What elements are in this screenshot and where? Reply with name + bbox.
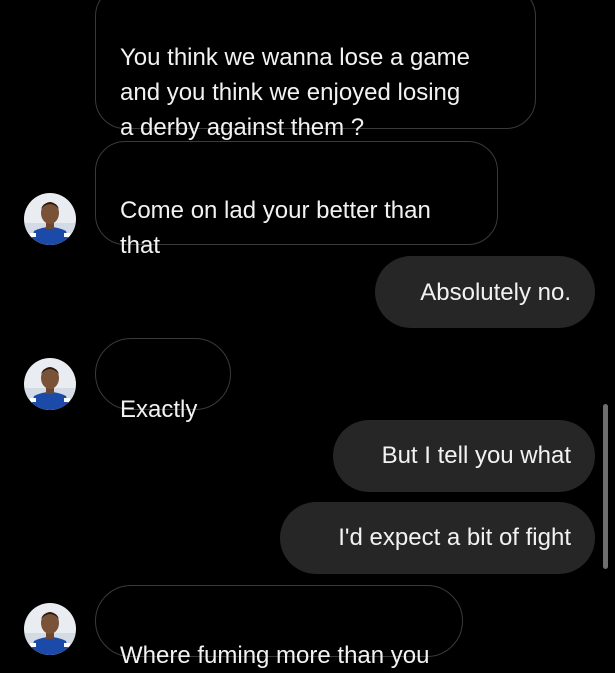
sender-avatar[interactable] — [24, 603, 76, 655]
avatar-icon — [24, 358, 76, 410]
sender-avatar[interactable] — [24, 193, 76, 245]
avatar-icon — [24, 193, 76, 245]
message-bubble-received[interactable]: You think we wanna lose a game and you t… — [95, 0, 536, 141]
scrollbar-thumb[interactable] — [603, 404, 608, 569]
message-text: Exactly — [120, 396, 198, 423]
message-thread: You think we wanna lose a game and you t… — [0, 0, 615, 669]
message-bubble-sent[interactable]: I'd expect a bit of fight — [280, 502, 595, 574]
message-text: Come on lad your better than that — [120, 197, 431, 259]
message-text: Absolutely no. — [420, 279, 571, 306]
avatar-icon — [24, 603, 76, 655]
message-bubble-sent[interactable]: Absolutely no. — [375, 256, 595, 328]
sender-avatar[interactable] — [24, 358, 76, 410]
message-text: But I tell you what — [381, 442, 571, 469]
message-text: You think we wanna lose a game and you t… — [120, 44, 471, 141]
message-text: Where fuming more than you — [120, 642, 430, 669]
message-bubble-received[interactable]: Come on lad your better than that — [95, 141, 498, 259]
message-bubble-sent[interactable]: But I tell you what — [333, 420, 595, 492]
message-text: I'd expect a bit of fight — [338, 524, 571, 551]
message-bubble-received[interactable]: Exactly — [95, 338, 231, 423]
message-bubble-received[interactable]: Where fuming more than you — [95, 585, 463, 669]
